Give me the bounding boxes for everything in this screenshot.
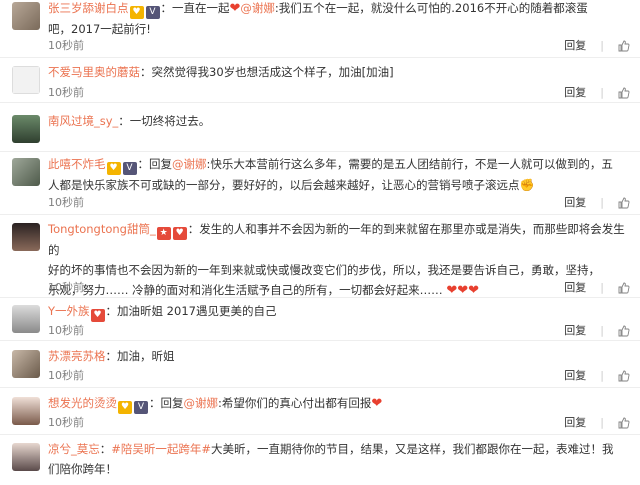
like-button[interactable] <box>618 417 630 429</box>
reply-button[interactable]: 回复 <box>564 37 586 55</box>
vip-badge-icon: V <box>145 6 160 19</box>
avatar[interactable] <box>12 2 40 30</box>
comment-username[interactable]: 南风过境_sy_ <box>48 114 118 128</box>
timestamp: 10秒前 <box>48 196 84 209</box>
divider: | <box>600 196 604 209</box>
like-button[interactable] <box>618 87 630 99</box>
medal-badge-icon: ♥ <box>129 6 144 19</box>
vip-badge-icon: V <box>134 401 148 414</box>
comment-username[interactable]: 此嘻不炸毛 <box>48 157 106 171</box>
like-button[interactable] <box>618 325 630 337</box>
divider: | <box>600 324 604 337</box>
comment-meta: 10秒前 回复 | <box>48 37 630 55</box>
comment-meta: 10秒前 回复 | <box>48 322 630 340</box>
mention-link[interactable]: @谢娜 <box>172 157 207 171</box>
reply-button[interactable]: 回复 <box>564 84 586 102</box>
reply-button[interactable]: 回复 <box>564 322 586 340</box>
divider: | <box>600 281 604 294</box>
comment-username[interactable]: Tongtongtong甜筒_ <box>48 222 156 236</box>
timestamp: 10秒前 <box>48 369 84 382</box>
medal-badge-icon: ♥ <box>106 162 121 175</box>
comment-username[interactable]: 凉兮_莫忘 <box>48 442 100 456</box>
comment-body: Y一外族 ♥ ：加油昕姐 2017遇见更美的自己 <box>48 304 277 322</box>
comment-meta: 10秒前 回复 | <box>48 367 630 385</box>
thumb-up-icon <box>618 282 630 294</box>
comment-body: 不爱马里奥的蘑菇：突然觉得我30岁也想活成这个样子，加油[加油] <box>48 65 394 79</box>
vip-badge-icon: ♥ <box>172 227 187 240</box>
timestamp: 10秒前 <box>48 281 84 294</box>
reply-button[interactable]: 回复 <box>564 194 586 212</box>
divider: | <box>600 39 604 52</box>
thumb-up-icon <box>618 417 630 429</box>
comment-username[interactable]: 不爱马里奥的蘑菇 <box>48 65 140 79</box>
comment-item: Y一外族 ♥ ：加油昕姐 2017遇见更美的自己 10秒前 回复 | <box>0 298 640 341</box>
thumb-up-icon <box>618 40 630 52</box>
comment-item: 此嘻不炸毛 ♥ V ：回复@谢娜:快乐大本营前行这么多年，需要的是五人团结前行，不是一… <box>0 152 640 215</box>
comment-meta: 10秒前 回复 | <box>48 194 630 212</box>
star-badge-icon: ★ <box>156 227 171 240</box>
avatar[interactable] <box>12 305 40 333</box>
comment-body: 凉兮_莫忘：#陪吴昕一起跨年#大美昕，一直期待你的节目，结果，又是这样，我们都跟… <box>48 442 614 476</box>
medal-badge-icon: ♥ <box>118 401 132 414</box>
like-button[interactable] <box>618 197 630 209</box>
divider: | <box>600 86 604 99</box>
avatar[interactable] <box>12 397 40 425</box>
vip-badge-icon: ♥ <box>90 309 105 322</box>
thumb-up-icon <box>618 197 630 209</box>
comment-meta: 10秒前 回复 | <box>48 414 630 432</box>
comment-username[interactable]: 张三岁舔谢白点 <box>48 1 129 15</box>
divider: | <box>600 369 604 382</box>
mention-link[interactable]: @谢娜 <box>184 396 219 410</box>
avatar[interactable] <box>12 443 40 471</box>
comment-item: 想发光的烫烫 ♥ V ：回复@谢娜:希望你们的真心付出都有回报❤ 10秒前 回复 | <box>0 388 640 435</box>
comment-body: 此嘻不炸毛 ♥ V ：回复@谢娜:快乐大本营前行这么多年，需要的是五人团结前行，不是一… <box>48 157 613 192</box>
comment-item: 南风过境_sy_：一切终将过去。 <box>0 103 640 152</box>
timestamp: 10秒前 <box>48 86 84 99</box>
comment-username[interactable]: 苏漂亮苏格 <box>48 349 106 363</box>
vip-badge-icon: V <box>122 162 137 175</box>
comment-item: 不爱马里奥的蘑菇：突然觉得我30岁也想活成这个样子，加油[加油] 10秒前 回复… <box>0 58 640 103</box>
comment-username[interactable]: Y一外族 <box>48 304 90 318</box>
reply-button[interactable]: 回复 <box>564 414 586 432</box>
topic-link[interactable]: #陪吴昕一起跨年# <box>111 442 211 456</box>
comment-item: 凉兮_莫忘：#陪吴昕一起跨年#大美昕，一直期待你的节目，结果，又是这样，我们都跟… <box>0 435 640 485</box>
avatar[interactable] <box>12 350 40 378</box>
comment-item: Tongtongtong甜筒_ ★ ♥ ：发生的人和事并不会因为新的一年的到来就留在那… <box>0 215 640 298</box>
comment-list: 张三岁舔谢白点 ♥ V ：一直在一起❤@谢娜:我们五个在一起，就没什么可怕的.2016… <box>0 0 640 485</box>
heart-icon: ❤ <box>371 396 383 411</box>
thumb-up-icon <box>618 87 630 99</box>
comment-item: 张三岁舔谢白点 ♥ V ：一直在一起❤@谢娜:我们五个在一起，就没什么可怕的.2016… <box>0 0 640 58</box>
thumb-up-icon <box>618 370 630 382</box>
reply-button[interactable]: 回复 <box>564 367 586 385</box>
avatar[interactable] <box>12 115 40 143</box>
avatar[interactable] <box>12 66 40 94</box>
comment-username[interactable]: 想发光的烫烫 <box>48 396 117 410</box>
mention-link[interactable]: @谢娜 <box>240 1 275 15</box>
heart-icon: ❤ <box>229 1 241 16</box>
timestamp: 10秒前 <box>48 324 84 337</box>
comment-body: 想发光的烫烫 ♥ V ：回复@谢娜:希望你们的真心付出都有回报❤ <box>48 396 383 414</box>
thumb-up-icon <box>618 325 630 337</box>
comment-item: 苏漂亮苏格：加油，昕姐 10秒前 回复 | <box>0 341 640 388</box>
like-button[interactable] <box>618 282 630 294</box>
like-button[interactable] <box>618 40 630 52</box>
comment-body: 苏漂亮苏格：加油，昕姐 <box>48 349 175 363</box>
comment-meta: 10秒前 回复 | <box>48 84 630 102</box>
like-button[interactable] <box>618 370 630 382</box>
timestamp: 10秒前 <box>48 416 84 429</box>
comment-meta: 10秒前 回复 | <box>48 279 630 297</box>
fist-icon: ✊ <box>519 178 535 192</box>
reply-button[interactable]: 回复 <box>564 279 586 297</box>
comment-body: 张三岁舔谢白点 ♥ V ：一直在一起❤@谢娜:我们五个在一起，就没什么可怕的.2016… <box>48 1 588 36</box>
comment-body: 南风过境_sy_：一切终将过去。 <box>48 114 211 128</box>
timestamp: 10秒前 <box>48 39 84 52</box>
avatar[interactable] <box>12 223 40 251</box>
avatar[interactable] <box>12 158 40 186</box>
divider: | <box>600 416 604 429</box>
